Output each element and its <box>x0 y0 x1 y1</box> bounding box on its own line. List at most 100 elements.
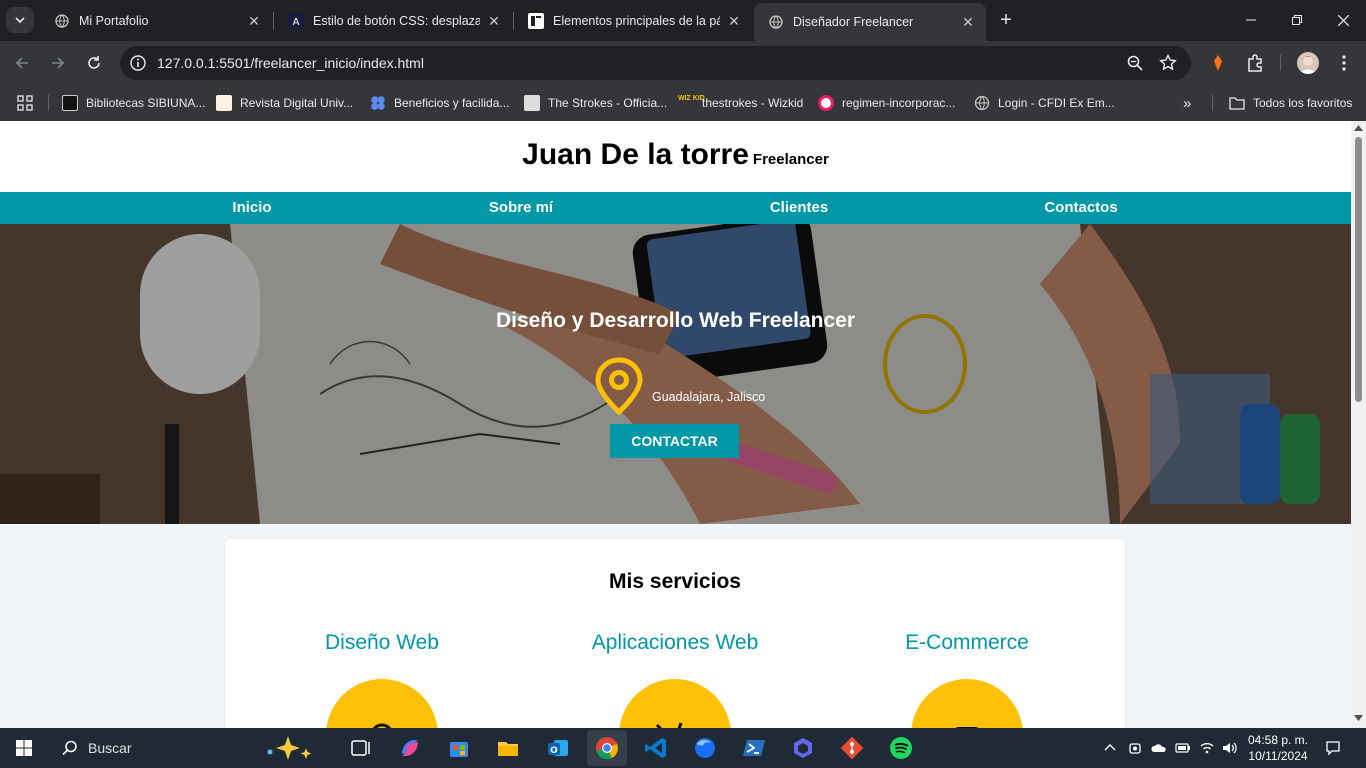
wifi-icon[interactable] <box>1199 740 1215 756</box>
scroll-down-icon[interactable] <box>1354 715 1363 721</box>
bookmark-label: thestrokes - Wizkid <box>702 96 804 110</box>
battery-icon[interactable] <box>1175 740 1191 756</box>
svg-text:O: O <box>550 746 558 756</box>
bookmark-divider <box>48 95 49 111</box>
library-icon <box>62 95 78 111</box>
microsoft-store-icon[interactable] <box>445 734 473 762</box>
scroll-thumb[interactable] <box>1355 137 1362 402</box>
page-viewport: Juan De la torre Freelancer Inicio Sobre … <box>0 121 1351 728</box>
close-tab-icon[interactable]: ✕ <box>960 14 976 30</box>
bookmark-item[interactable]: Login - CFDI Ex Em... <box>974 92 1115 114</box>
tab-disenador-freelancer[interactable]: Diseñador Freelancer ✕ <box>754 3 986 41</box>
vscode-icon[interactable] <box>642 734 670 762</box>
services-card: Mis servicios Diseño Web Aplicaciones We… <box>225 539 1125 728</box>
tab-estilo-boton[interactable]: A Estilo de botón CSS: desplazam ✕ <box>274 4 512 37</box>
new-tab-button[interactable]: + <box>994 9 1018 33</box>
file-explorer-icon[interactable] <box>494 734 522 762</box>
spotify-icon[interactable] <box>887 734 915 762</box>
wizkid-icon: WIZ KID <box>678 95 705 111</box>
tab-title: Estilo de botón CSS: desplazam <box>313 13 480 28</box>
task-view-icon[interactable] <box>347 734 375 762</box>
onedrive-icon[interactable] <box>1151 740 1167 756</box>
tab-strip: Mi Portafolio ✕ A Estilo de botón CSS: d… <box>0 0 1366 41</box>
close-tab-icon[interactable]: ✕ <box>486 13 502 29</box>
powershell-icon[interactable] <box>740 734 768 762</box>
sparkle-icon <box>267 736 312 760</box>
hero-title: Diseño y Desarrollo Web Freelancer <box>495 309 856 332</box>
toolbar-divider <box>1280 55 1281 71</box>
contact-button[interactable]: CONTACTAR <box>610 424 739 458</box>
close-window-icon[interactable] <box>1320 0 1366 40</box>
bookmark-item[interactable]: Bibliotecas SIBIUNA... <box>62 92 205 114</box>
page-icon <box>528 12 544 29</box>
bookmark-item[interactable]: Beneficios y facilida... <box>370 92 509 114</box>
all-bookmarks-button[interactable]: Todos los favoritos <box>1229 92 1352 114</box>
chrome-icon[interactable] <box>593 734 621 762</box>
bookmark-item[interactable]: The Strokes - Officia... <box>524 92 667 114</box>
bookmark-star-icon[interactable] <box>1159 53 1177 72</box>
apps-grid-icon[interactable] <box>17 92 33 114</box>
site-header: Juan De la torre Freelancer <box>0 121 1351 192</box>
service-aplicaciones-web: Aplicaciones Web <box>591 631 759 654</box>
site-info-icon[interactable] <box>129 54 147 72</box>
nav-link-clientes[interactable]: Clientes <box>699 199 899 216</box>
notifications-icon[interactable] <box>1325 740 1341 756</box>
taskbar-search[interactable]: Buscar <box>48 728 338 768</box>
forward-arrow-icon[interactable] <box>45 50 71 76</box>
location-pin-icon <box>595 357 643 415</box>
system-clock[interactable]: 04:58 p. m. 10/11/2024 <box>1246 732 1310 764</box>
outlook-icon[interactable]: O <box>544 734 572 762</box>
hero-section: Diseño y Desarrollo Web Freelancer Guada… <box>0 224 1351 524</box>
bookmark-label: Beneficios y facilida... <box>394 96 510 110</box>
bookmark-divider <box>1212 95 1213 111</box>
regimen-icon <box>818 95 834 111</box>
more-menu-icon[interactable] <box>1334 53 1354 73</box>
site-owner-name: Juan De la torre <box>522 138 749 171</box>
design-service-icon <box>326 679 438 728</box>
search-label: Buscar <box>88 740 132 756</box>
strokes-icon <box>524 95 540 111</box>
chevron-down-icon <box>15 17 25 24</box>
back-arrow-icon[interactable] <box>9 50 35 76</box>
globe-icon <box>768 14 784 30</box>
chevron-up-icon[interactable] <box>1102 740 1118 756</box>
bookmarks-overflow-button[interactable]: » <box>1183 92 1191 114</box>
tab-elementos-principales[interactable]: Elementos principales de la pág ✕ <box>514 4 752 37</box>
extension-icon[interactable] <box>1208 53 1228 73</box>
nav-link-contactos[interactable]: Contactos <box>981 199 1181 216</box>
bookmark-item[interactable]: WIZ KID thestrokes - Wizkid <box>678 92 803 114</box>
site-role: Freelancer <box>752 151 829 168</box>
nav-link-sobre-mi[interactable]: Sobre mí <box>421 199 621 216</box>
restore-window-icon[interactable] <box>1274 0 1320 40</box>
tab-mi-portafolio[interactable]: Mi Portafolio ✕ <box>40 4 272 37</box>
windows-start-icon[interactable] <box>16 740 32 756</box>
bookmark-item[interactable]: regimen-incorporac... <box>818 92 955 114</box>
puzzle-icon[interactable] <box>1245 53 1265 73</box>
services-title: Mis servicios <box>609 570 741 593</box>
avatar[interactable] <box>1297 52 1319 74</box>
address-bar[interactable]: 127.0.0.1:5501/freelancer_inicio/index.h… <box>120 46 1191 80</box>
close-tab-icon[interactable]: ✕ <box>246 13 262 29</box>
nav-link-inicio[interactable]: Inicio <box>152 199 352 216</box>
close-tab-icon[interactable]: ✕ <box>726 13 742 29</box>
webapps-service-icon <box>619 679 731 728</box>
svg-text:A: A <box>293 17 300 28</box>
volume-icon[interactable] <box>1221 740 1237 756</box>
tab-title: Mi Portafolio <box>79 13 149 28</box>
service-diseno-web: Diseño Web <box>324 631 439 654</box>
scroll-up-icon[interactable] <box>1354 125 1363 131</box>
camera-icon[interactable] <box>1127 740 1143 756</box>
minimize-window-icon[interactable] <box>1228 0 1274 40</box>
bookmark-item[interactable]: Revista Digital Univ... <box>216 92 353 114</box>
globe-icon <box>54 13 70 29</box>
app-icon[interactable] <box>789 734 817 762</box>
copilot-icon[interactable] <box>396 734 424 762</box>
tab-search-button[interactable] <box>6 7 34 33</box>
zoom-icon[interactable] <box>1126 54 1144 72</box>
firefox-icon[interactable] <box>691 734 719 762</box>
git-icon[interactable] <box>838 734 866 762</box>
browser-toolbar: 127.0.0.1:5501/freelancer_inicio/index.h… <box>0 41 1366 85</box>
page-scrollbar[interactable] <box>1351 121 1366 728</box>
reload-icon[interactable] <box>81 50 107 76</box>
url-text[interactable]: 127.0.0.1:5501/freelancer_inicio/index.h… <box>157 55 424 71</box>
